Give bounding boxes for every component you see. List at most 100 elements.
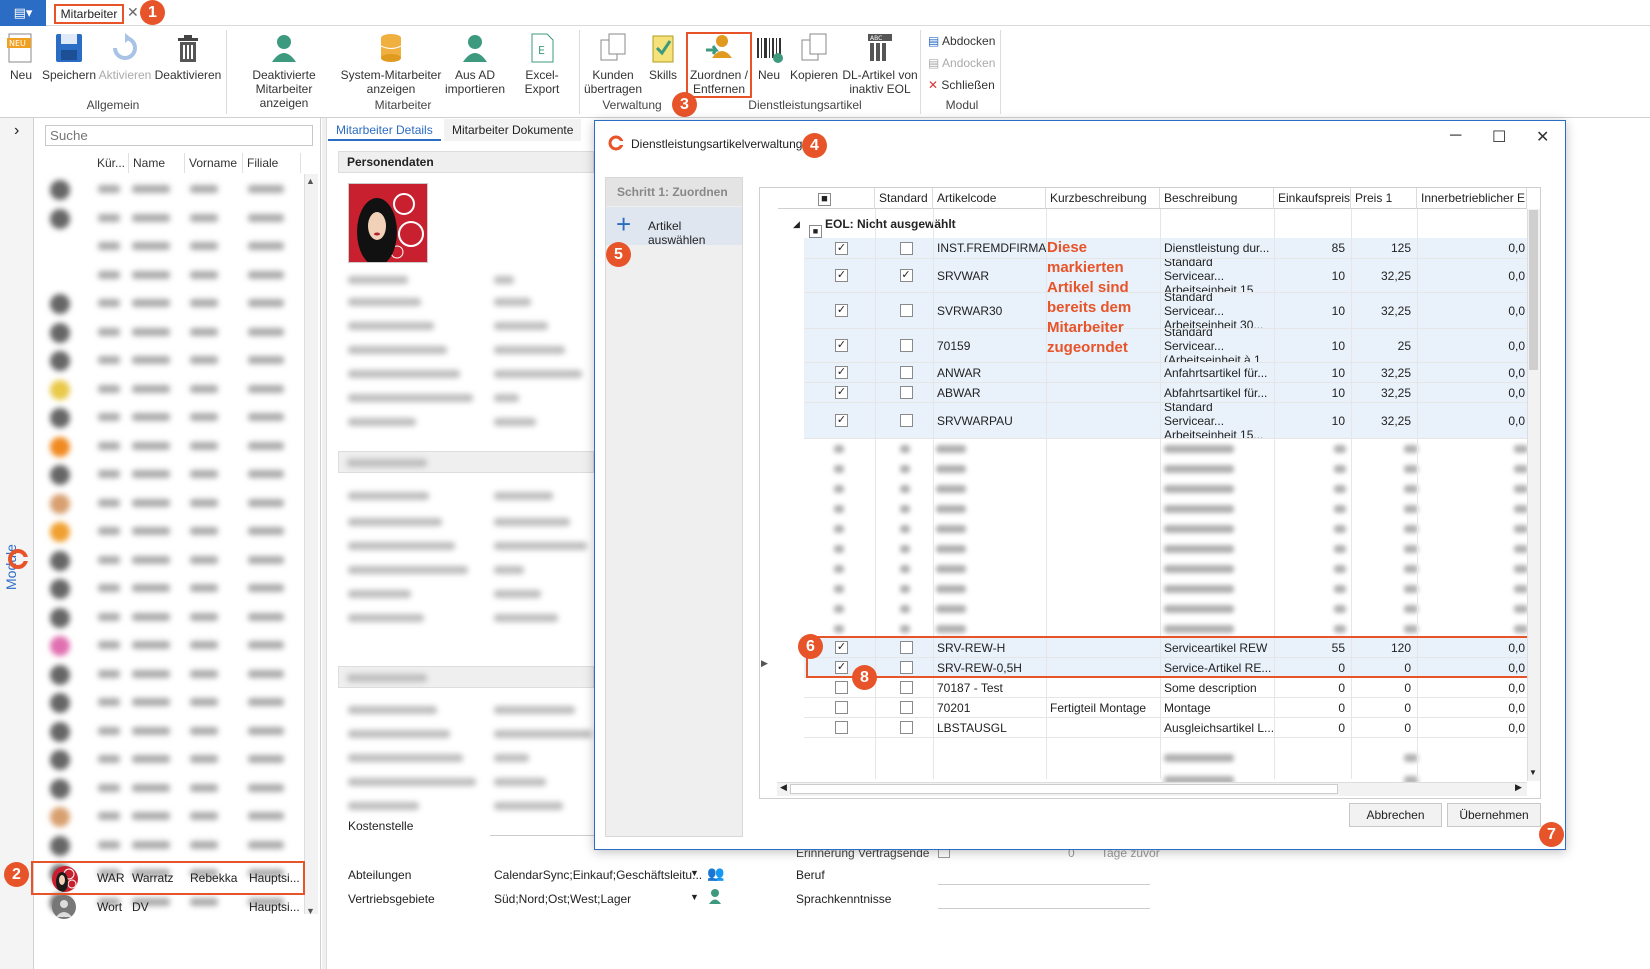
- grid-hscroll-thumb[interactable]: [790, 784, 1338, 794]
- system-mitarbeiter-button[interactable]: System-Mitarbeiter anzeigen: [340, 32, 442, 96]
- andocken-button[interactable]: ▤ Andocken: [928, 56, 995, 70]
- row-checkbox[interactable]: ✓: [835, 414, 848, 427]
- list-item[interactable]: [50, 634, 300, 656]
- row-checkbox[interactable]: [835, 681, 848, 694]
- table-row[interactable]: ✓ ANWAR Anfahrtsartikel für... 10 32,25 0,0: [804, 363, 1527, 383]
- list-item[interactable]: [50, 777, 300, 799]
- maximize-icon[interactable]: ☐: [1492, 127, 1506, 147]
- tab-mitarbeiter[interactable]: Mitarbeiter: [54, 4, 124, 24]
- dl-artikel-eol-button[interactable]: ABC DL-Artikel von inaktiv EOL: [842, 32, 918, 96]
- table-row[interactable]: LBSTAUSGL Ausgleichsartikel L... 0 0 0,0: [804, 718, 1527, 738]
- abbrechen-button[interactable]: Abbrechen: [1349, 803, 1442, 827]
- list-item[interactable]: [50, 663, 300, 685]
- scroll-right-icon[interactable]: ▶: [1515, 782, 1522, 793]
- list-item[interactable]: [50, 492, 300, 514]
- standard-checkbox[interactable]: [899, 339, 913, 352]
- list-item[interactable]: [50, 748, 300, 770]
- list-item[interactable]: [50, 834, 300, 856]
- col-kurzel[interactable]: Kür...: [93, 153, 129, 173]
- beruf-field[interactable]: [938, 884, 1150, 885]
- grid-vscroll-thumb[interactable]: [1529, 210, 1538, 370]
- standard-checkbox[interactable]: [899, 681, 913, 694]
- table-row[interactable]: ✓ ABWAR Abfahrtsartikel für... 10 32,25 0,0: [804, 383, 1527, 403]
- dropdown-icon[interactable]: ▼: [690, 868, 699, 878]
- standard-checkbox[interactable]: [899, 386, 913, 399]
- standard-checkbox[interactable]: [899, 366, 913, 379]
- scroll-up-icon[interactable]: ▲: [306, 176, 315, 186]
- col-select-all[interactable]: ■: [778, 188, 875, 209]
- aktivieren-button[interactable]: Aktivieren: [98, 32, 152, 82]
- row-checkbox[interactable]: ✓: [835, 241, 848, 255]
- row-checkbox[interactable]: [835, 701, 848, 714]
- row-checkbox[interactable]: ✓: [835, 339, 848, 352]
- col-name[interactable]: Name: [129, 153, 185, 173]
- kunden-uebertragen-button[interactable]: Kunden übertragen: [582, 32, 644, 96]
- list-item[interactable]: [50, 805, 300, 827]
- row-checkbox[interactable]: ✓: [835, 269, 848, 282]
- dl-neu-button[interactable]: Neu: [754, 32, 784, 82]
- speichern-button[interactable]: Speichern: [42, 32, 96, 82]
- row-checkbox[interactable]: ✓: [835, 304, 848, 317]
- list-item[interactable]: [50, 378, 300, 400]
- search-input[interactable]: [45, 125, 313, 146]
- col-innerbetrieblicher-ek[interactable]: Innerbetrieblicher EK: [1417, 188, 1527, 209]
- list-item[interactable]: [50, 235, 300, 257]
- standard-checkbox[interactable]: [899, 721, 913, 734]
- list-item[interactable]: [50, 349, 300, 371]
- table-row[interactable]: 70201 Fertigteil Montage Montage 0 0 0,0: [804, 698, 1527, 718]
- standard-checkbox[interactable]: [899, 304, 913, 317]
- abteilungen-value[interactable]: CalendarSync;Einkauf;Geschäftsleitu...: [494, 868, 702, 882]
- collapse-icon[interactable]: ◢: [793, 212, 800, 237]
- list-item[interactable]: [50, 606, 300, 628]
- scroll-down-icon[interactable]: ▼: [306, 906, 315, 916]
- minimize-icon[interactable]: ─: [1450, 127, 1461, 145]
- list-item[interactable]: [50, 264, 300, 286]
- standard-checkbox[interactable]: [899, 701, 913, 714]
- list-item[interactable]: [50, 292, 300, 314]
- splitter[interactable]: [322, 118, 327, 969]
- list-item[interactable]: [50, 406, 300, 428]
- col-vorname[interactable]: Vorname: [185, 153, 243, 173]
- sprachkenntnisse-field[interactable]: [938, 908, 1150, 909]
- list-item[interactable]: [50, 435, 300, 457]
- person-icon[interactable]: [708, 888, 722, 904]
- dropdown-icon[interactable]: ▼: [690, 892, 699, 902]
- schliessen-button[interactable]: ✕ Schließen: [928, 78, 995, 92]
- tab-mitarbeiter-details[interactable]: Mitarbeiter Details: [328, 119, 441, 141]
- standard-checkbox[interactable]: [899, 241, 913, 255]
- row-checkbox[interactable]: ✓: [835, 386, 848, 399]
- list-item[interactable]: [50, 577, 300, 599]
- app-menu-button[interactable]: ▤▾: [0, 0, 46, 26]
- list-item[interactable]: [50, 207, 300, 229]
- expand-rail-icon[interactable]: ›: [14, 122, 19, 140]
- col-kurzbeschreibung[interactable]: Kurzbeschreibung: [1046, 188, 1160, 209]
- group-icon[interactable]: 👥: [707, 865, 724, 882]
- skills-button[interactable]: Skills: [646, 32, 680, 82]
- uebernehmen-button[interactable]: Übernehmen: [1447, 803, 1541, 827]
- row-checkbox[interactable]: ✓: [835, 366, 848, 379]
- list-item[interactable]: [50, 720, 300, 742]
- scroll-down-icon[interactable]: ▼: [1529, 768, 1537, 777]
- row-checkbox[interactable]: [835, 721, 848, 734]
- standard-checkbox[interactable]: [899, 414, 913, 427]
- close-tab-icon[interactable]: ✕: [127, 4, 139, 21]
- col-beschreibung[interactable]: Beschreibung: [1160, 188, 1274, 209]
- list-item[interactable]: [50, 520, 300, 542]
- standard-checkbox[interactable]: ✓: [899, 269, 913, 282]
- col-einkaufspreis[interactable]: Einkaufspreis: [1274, 188, 1351, 209]
- kopieren-button[interactable]: Kopieren: [788, 32, 840, 82]
- col-preis1[interactable]: Preis 1: [1351, 188, 1417, 209]
- vertriebsgebiete-value[interactable]: Süd;Nord;Ost;West;Lager: [494, 892, 631, 906]
- list-item[interactable]: [50, 321, 300, 343]
- col-standard[interactable]: Standard: [875, 188, 933, 209]
- scroll-left-icon[interactable]: ◀: [780, 782, 787, 793]
- list-item[interactable]: [50, 691, 300, 713]
- deaktivierte-mitarbeiter-button[interactable]: Deaktivierte Mitarbeiter anzeigen: [230, 32, 338, 110]
- abdocken-button[interactable]: ▤ Abdocken: [928, 34, 995, 48]
- neu-button[interactable]: NEU Neu: [4, 32, 38, 82]
- col-filiale[interactable]: Filiale: [243, 153, 301, 173]
- close-icon[interactable]: ✕: [1536, 127, 1549, 147]
- excel-export-button[interactable]: E Excel-Export: [508, 32, 576, 96]
- kostenstelle-field[interactable]: [490, 835, 594, 836]
- list-item[interactable]: [50, 463, 300, 485]
